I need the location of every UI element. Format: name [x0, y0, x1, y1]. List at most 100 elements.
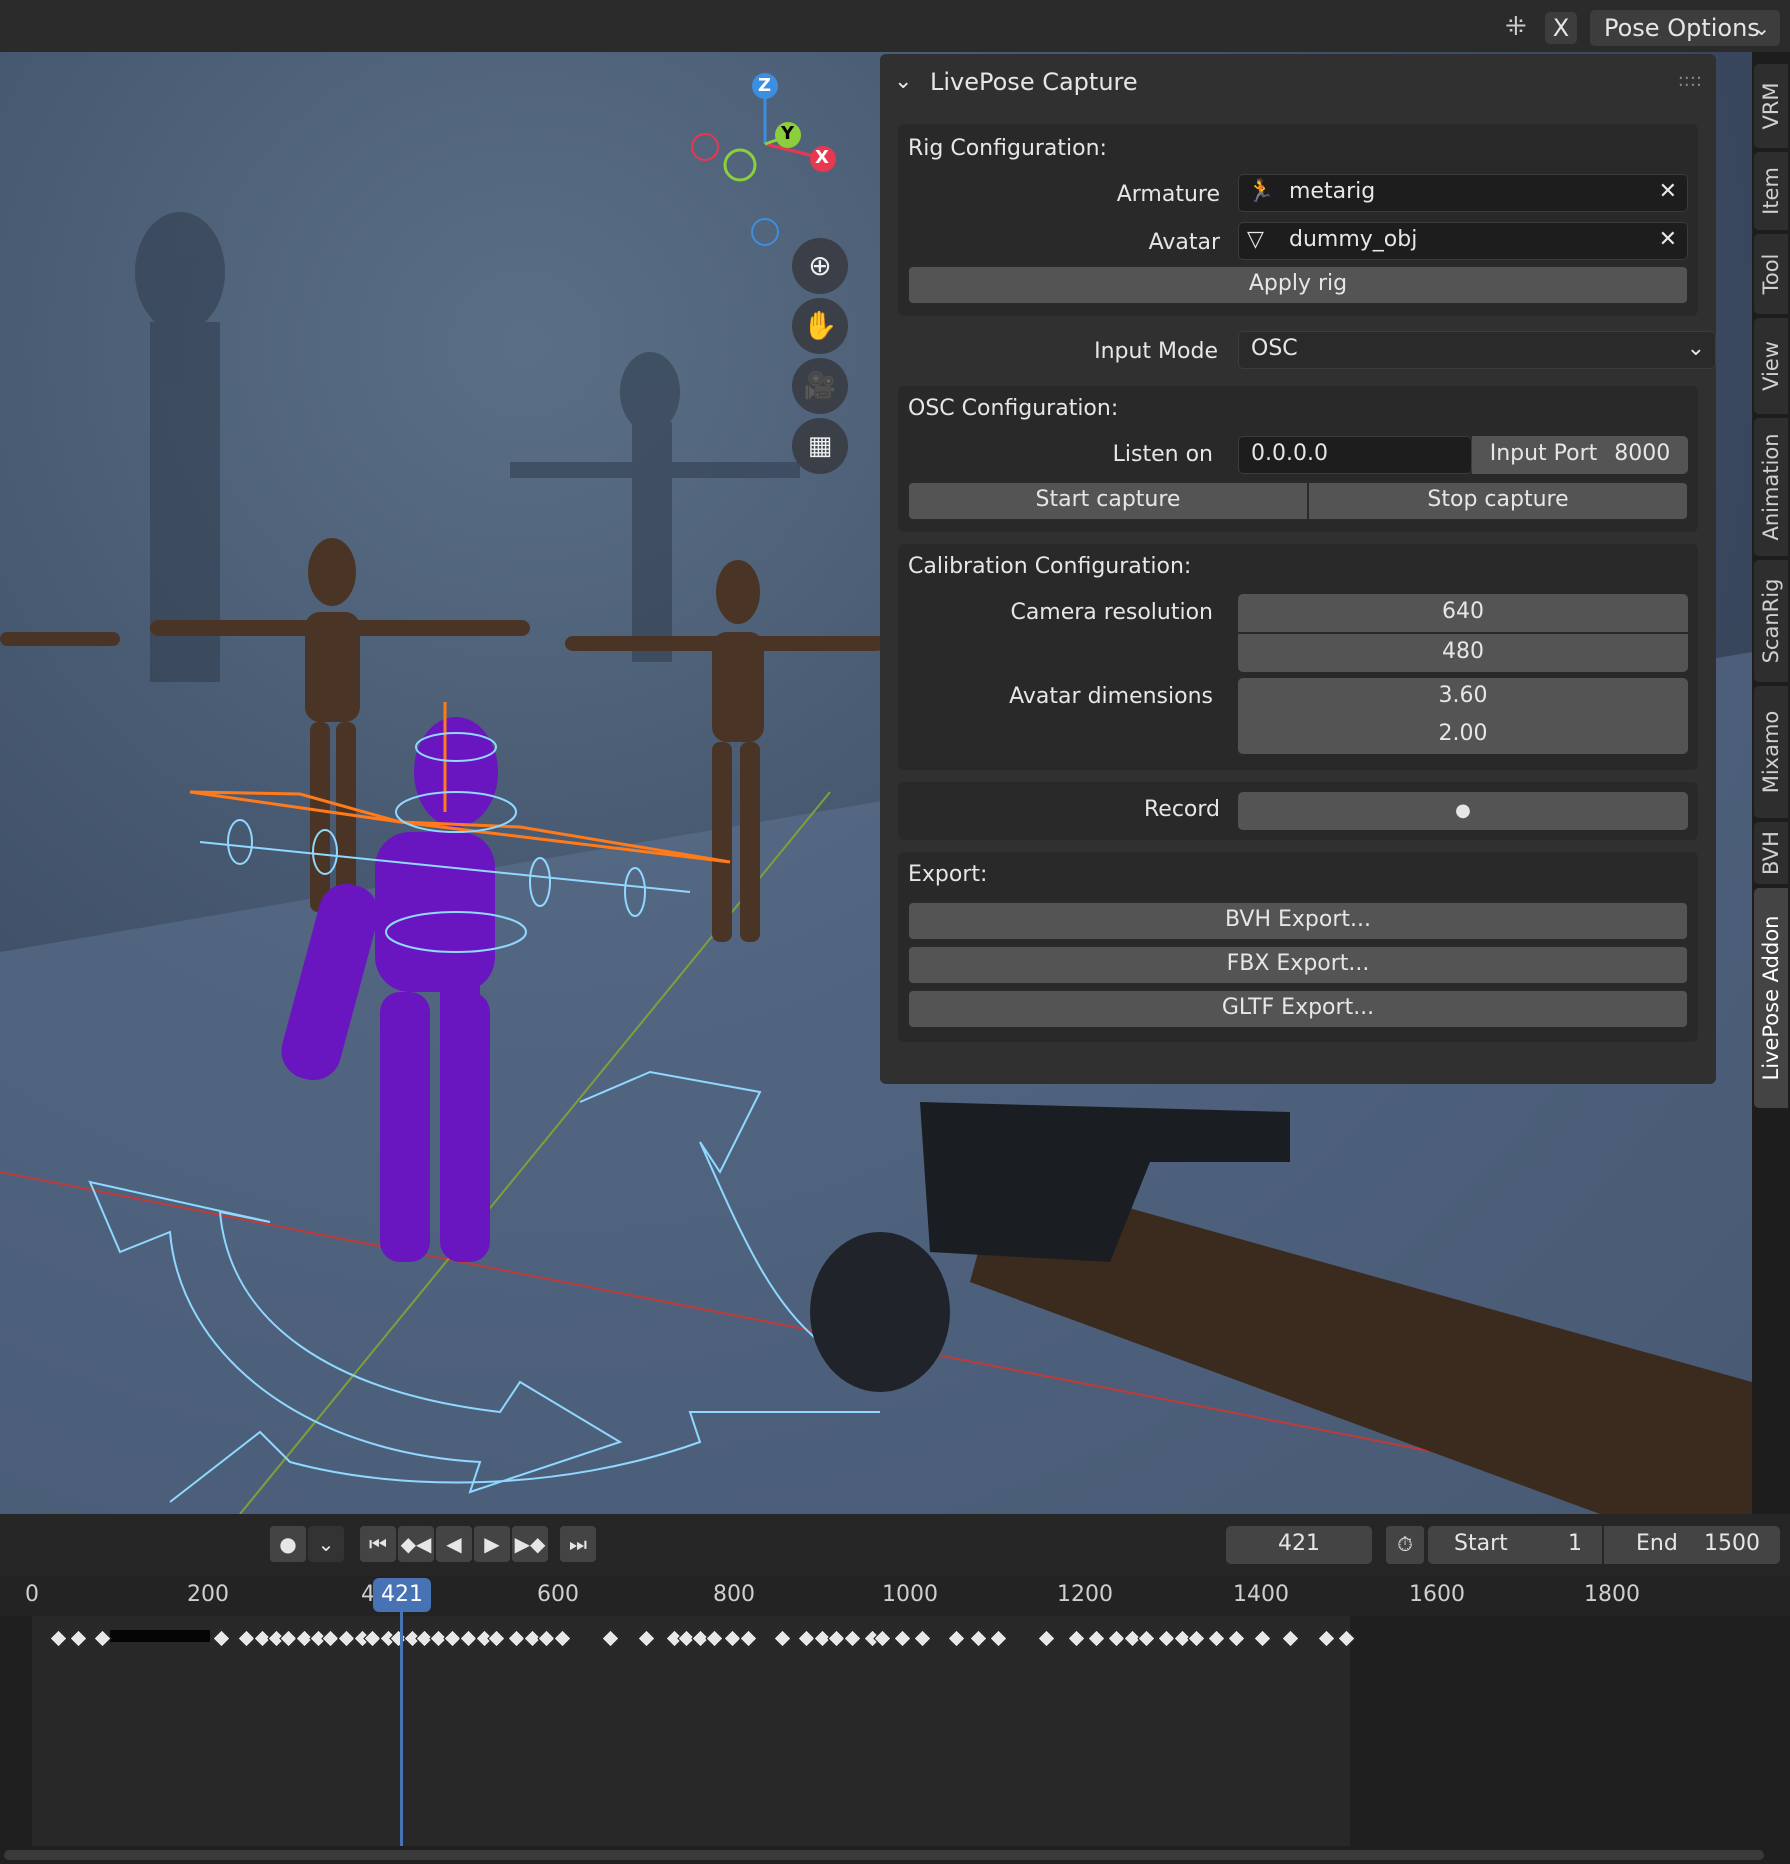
avatar-field[interactable]: ▽ dummy_obj ✕: [1238, 222, 1688, 260]
tick-600: 600: [537, 1582, 579, 1607]
gizmo-y-label: Y: [781, 123, 795, 144]
keyframe-track-area[interactable]: [0, 1616, 1790, 1846]
zoom-icon: ⊕: [808, 249, 832, 282]
drag-handle-icon[interactable]: ::::: [1678, 70, 1702, 91]
input-mode-dropdown[interactable]: OSC ⌄: [1238, 331, 1716, 369]
pan-button[interactable]: ✋: [792, 298, 848, 354]
tab-mixamo[interactable]: Mixamo: [1754, 686, 1788, 818]
perspective-toggle-button[interactable]: ▦: [792, 418, 848, 474]
export-heading: Export:: [908, 862, 988, 887]
playhead-frame: 421: [381, 1582, 423, 1607]
tick-1000: 1000: [882, 1582, 938, 1607]
tab-scanrig[interactable]: ScanRig: [1754, 560, 1788, 682]
preview-range-button[interactable]: ⏱: [1386, 1526, 1424, 1564]
pose-options-dropdown[interactable]: Pose Options ⌄: [1590, 10, 1780, 46]
jump-start-button[interactable]: ⏮: [360, 1526, 396, 1562]
next-keyframe-button[interactable]: ▶◆: [512, 1526, 548, 1562]
jump-start-icon: ⏮: [369, 1532, 387, 1556]
input-mode-label: Input Mode: [1094, 339, 1218, 364]
end-value: 1500: [1704, 1531, 1760, 1556]
stop-capture-button[interactable]: Stop capture: [1308, 482, 1688, 520]
stopwatch-icon: ⏱: [1397, 1532, 1413, 1556]
navigation-gizmo[interactable]: Z X Y: [690, 72, 850, 252]
tab-livepose-label: LivePose Addon: [1759, 915, 1783, 1081]
panel-title[interactable]: LivePose Capture: [880, 54, 1716, 110]
grid-icon: ▦: [807, 431, 833, 461]
start-capture-button[interactable]: Start capture: [908, 482, 1308, 520]
playhead-marker[interactable]: 421: [373, 1578, 431, 1612]
avatar-dimensions-label: Avatar dimensions: [1009, 684, 1213, 709]
viewport-header: ⁜ X Pose Options ⌄: [0, 0, 1790, 52]
tab-animation[interactable]: Animation: [1754, 418, 1788, 556]
bvh-export-button[interactable]: BVH Export...: [908, 902, 1688, 940]
listen-address-input[interactable]: 0.0.0.0: [1238, 436, 1472, 474]
camera-res-y-field[interactable]: 480: [1238, 634, 1688, 672]
record-keyframe-button[interactable]: ●: [270, 1526, 306, 1562]
clear-armature-icon[interactable]: ✕: [1659, 175, 1677, 209]
tick-800: 800: [713, 1582, 755, 1607]
listen-address-value: 0.0.0.0: [1251, 441, 1328, 466]
hand-icon: ✋: [802, 309, 838, 342]
current-frame-field[interactable]: 421: [1226, 1526, 1372, 1564]
mesh-icon: ▽: [1247, 227, 1264, 252]
tab-vrm-label: VRM: [1759, 82, 1783, 130]
camera-icon: 🎥: [803, 371, 837, 401]
prev-keyframe-icon: ◆◀: [400, 1532, 432, 1556]
end-frame-field[interactable]: End 1500: [1604, 1526, 1780, 1564]
chevron-down-icon: ⌄: [1753, 16, 1770, 40]
avatar-dim-x-field[interactable]: 3.60: [1238, 678, 1688, 716]
scrollbar-thumb[interactable]: [4, 1850, 1764, 1860]
playhead-line[interactable]: [400, 1596, 403, 1864]
jump-end-icon: ⏭: [569, 1532, 587, 1556]
prev-keyframe-button[interactable]: ◆◀: [398, 1526, 434, 1562]
play-reverse-button[interactable]: ◀: [436, 1526, 472, 1562]
tick-0: 0: [25, 1582, 39, 1607]
camera-res-x-field[interactable]: 640: [1238, 594, 1688, 632]
clear-avatar-icon[interactable]: ✕: [1659, 223, 1677, 257]
calibration-heading: Calibration Configuration:: [908, 554, 1192, 579]
play-button[interactable]: ▶: [474, 1526, 510, 1562]
next-keyframe-icon: ▶◆: [514, 1532, 546, 1556]
record-label: Record: [1143, 797, 1220, 822]
armature-value: metarig: [1289, 179, 1376, 204]
mirror-x-button[interactable]: X: [1545, 12, 1577, 44]
tab-livepose-addon[interactable]: LivePose Addon: [1754, 888, 1788, 1108]
listen-on-label: Listen on: [1112, 442, 1213, 467]
avatar-label: Avatar: [1148, 230, 1220, 255]
gltf-export-button[interactable]: GLTF Export...: [908, 990, 1688, 1028]
start-frame-field[interactable]: Start 1: [1428, 1526, 1602, 1564]
pose-options-label: Pose Options: [1604, 14, 1760, 42]
calibration-section: Calibration Configuration: Camera resolu…: [898, 544, 1698, 770]
tab-tool[interactable]: Tool: [1754, 234, 1788, 314]
input-port-field[interactable]: Input Port 8000: [1472, 436, 1688, 474]
chevron-down-icon: ⌄: [317, 1532, 335, 1556]
tab-vrm[interactable]: VRM: [1754, 64, 1788, 148]
avatar-dim-y-field[interactable]: 2.00: [1238, 716, 1688, 754]
tab-animation-label: Animation: [1759, 433, 1783, 541]
camera-view-button[interactable]: 🎥: [792, 358, 848, 414]
fbx-export-button[interactable]: FBX Export...: [908, 946, 1688, 984]
armature-label: Armature: [1116, 182, 1220, 207]
chevron-down-icon: ⌄: [1686, 336, 1705, 361]
tab-mixamo-label: Mixamo: [1759, 710, 1783, 794]
zoom-button[interactable]: ⊕: [792, 238, 848, 294]
gizmo-z-label: Z: [758, 75, 772, 96]
out-of-range-region-left: [0, 1616, 32, 1846]
record-toggle[interactable]: ●: [1238, 792, 1688, 830]
overlay-toggle-icon[interactable]: ⁜: [1505, 12, 1527, 42]
tick-200: 200: [187, 1582, 229, 1607]
jump-end-button[interactable]: ⏭: [560, 1526, 596, 1562]
auto-key-options-button[interactable]: ⌄: [308, 1526, 344, 1562]
camera-resolution-label: Camera resolution: [1010, 600, 1213, 625]
armature-field[interactable]: 🏃 metarig ✕: [1238, 174, 1688, 212]
osc-config-section: OSC Configuration: Listen on 0.0.0.0 Inp…: [898, 386, 1698, 532]
timeline-scrollbar[interactable]: [0, 1846, 1790, 1864]
tab-view[interactable]: View: [1754, 318, 1788, 414]
keyframe-dense-block: [110, 1630, 210, 1642]
avatar-value: dummy_obj: [1289, 227, 1418, 252]
tab-item[interactable]: Item: [1754, 152, 1788, 230]
play-reverse-icon: ◀: [446, 1532, 462, 1556]
apply-rig-button[interactable]: Apply rig: [908, 266, 1688, 304]
out-of-range-region-right: [1350, 1616, 1790, 1846]
tab-bvh[interactable]: BVH: [1754, 822, 1788, 884]
